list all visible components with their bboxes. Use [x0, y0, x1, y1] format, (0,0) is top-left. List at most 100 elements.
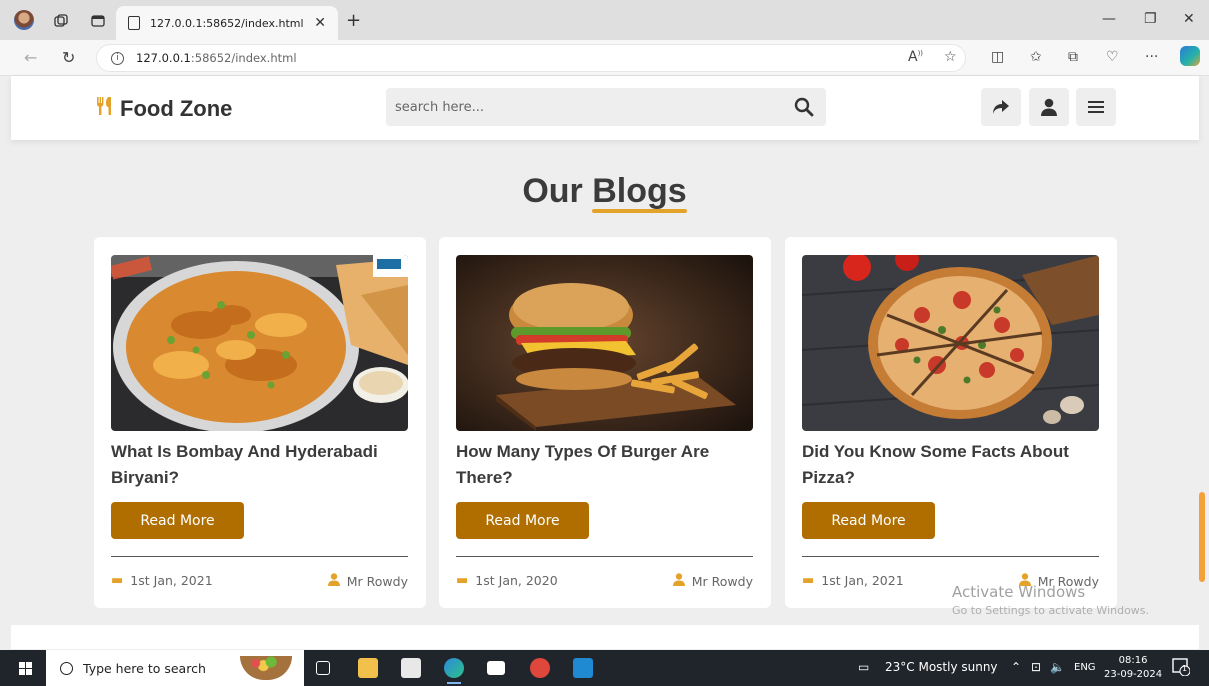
- browser-tab[interactable]: 127.0.0.1:58652/index.html ✕: [116, 6, 338, 40]
- pizza-image: [802, 255, 1099, 431]
- vscode-icon[interactable]: [573, 658, 593, 678]
- blog-author-text: Mr Rowdy: [346, 574, 408, 589]
- blog-card: What Is Bombay And Hyderabadi Biryani? R…: [94, 237, 426, 608]
- browser-tab-bar: 127.0.0.1:58652/index.html ✕ + — ❐ ✕: [0, 0, 1209, 40]
- blog-date: ▬ 1st Jan, 2021: [111, 573, 213, 588]
- weather-icon[interactable]: ▭: [858, 660, 869, 674]
- blog-date: ▬ 1st Jan, 2021: [802, 573, 904, 588]
- calendar-icon: ▬: [111, 573, 124, 588]
- favorites-icon[interactable]: ✩: [1030, 49, 1042, 65]
- restore-icon[interactable]: ❐: [1144, 11, 1157, 27]
- read-aloud-icon[interactable]: A)): [908, 49, 923, 65]
- notification-count: 1: [1182, 664, 1188, 673]
- windows-start-icon[interactable]: [19, 662, 32, 675]
- search-icon: [60, 661, 73, 675]
- taskbar-search-placeholder: Type here to search: [83, 660, 206, 676]
- user-button[interactable]: [1029, 88, 1069, 126]
- refresh-icon[interactable]: ↻: [62, 48, 75, 67]
- site-logo[interactable]: Food Zone: [94, 95, 232, 123]
- wps-office-icon[interactable]: [530, 658, 550, 678]
- menu-button[interactable]: [1076, 88, 1116, 126]
- logo-text: Food Zone: [120, 96, 233, 121]
- section-title-accent: Blogs: [592, 172, 688, 213]
- page-icon: [128, 16, 140, 30]
- blog-title[interactable]: How Many Types Of Burger Are There?: [456, 439, 756, 491]
- new-tab-icon[interactable]: +: [346, 10, 361, 31]
- address-bar[interactable]: i 127.0.0.1:58652/index.html: [96, 44, 966, 72]
- weather-text[interactable]: 23°C Mostly sunny: [885, 660, 998, 674]
- share-button[interactable]: [981, 88, 1021, 126]
- clock-time: 08:16: [1118, 655, 1148, 666]
- hamburger-icon: [1088, 101, 1104, 113]
- section-title: Our Blogs: [0, 172, 1209, 213]
- browser-essentials-icon[interactable]: ♡: [1106, 49, 1119, 65]
- blog-title[interactable]: What Is Bombay And Hyderabadi Biryani?: [111, 439, 411, 491]
- tab-title: 127.0.0.1:58652/index.html: [150, 16, 304, 30]
- site-header: Food Zone: [11, 76, 1199, 140]
- collections-icon[interactable]: ⧉: [1068, 49, 1078, 65]
- user-icon: [672, 573, 685, 590]
- tab-actions-icon[interactable]: [90, 13, 106, 29]
- more-menu-icon[interactable]: ···: [1145, 49, 1158, 65]
- file-explorer-icon[interactable]: [358, 658, 378, 678]
- site-info-icon[interactable]: i: [111, 51, 124, 65]
- close-tab-icon[interactable]: ✕: [314, 15, 326, 31]
- network-icon[interactable]: ⊡: [1031, 660, 1041, 674]
- watermark-line1: Activate Windows: [952, 583, 1086, 601]
- utensils-icon: [94, 95, 116, 123]
- section-title-plain: Our: [522, 172, 583, 210]
- store-icon[interactable]: [401, 658, 421, 678]
- user-icon: [1041, 98, 1057, 116]
- activation-watermark: Activate Windows Go to Settings to activ…: [952, 583, 1149, 617]
- blog-author: Mr Rowdy: [327, 573, 408, 590]
- calendar-icon: ▬: [802, 573, 815, 588]
- clock[interactable]: 08:16 23-09-2024: [1104, 654, 1162, 682]
- read-more-button[interactable]: Read More: [456, 502, 589, 539]
- back-icon[interactable]: ←: [24, 48, 37, 67]
- blog-card: How Many Types Of Burger Are There? Read…: [439, 237, 771, 608]
- search-input[interactable]: [395, 99, 785, 115]
- search-highlight-icon: [240, 656, 292, 680]
- show-hidden-icons[interactable]: ⌃: [1011, 660, 1021, 674]
- blog-date-text: 1st Jan, 2021: [130, 573, 213, 588]
- clock-date: 23-09-2024: [1104, 669, 1163, 680]
- copilot-icon[interactable]: [1180, 46, 1200, 66]
- edge-icon[interactable]: [444, 658, 464, 684]
- blog-date-text: 1st Jan, 2020: [475, 573, 558, 588]
- taskbar: Type here to search ▭ 23°C Mostly sunny …: [0, 650, 1209, 686]
- scrollbar-thumb[interactable]: [1199, 492, 1205, 582]
- profile-avatar[interactable]: [14, 10, 34, 30]
- blog-author-text: Mr Rowdy: [691, 574, 753, 589]
- calendar-icon: ▬: [456, 573, 469, 588]
- blog-author: Mr Rowdy: [672, 573, 753, 590]
- search-icon[interactable]: [794, 97, 814, 117]
- address-bar-row: ← ↻ i 127.0.0.1:58652/index.html A)) ☆ ◫…: [0, 40, 1209, 76]
- user-icon: [327, 573, 340, 590]
- blog-date: ▬ 1st Jan, 2020: [456, 573, 558, 588]
- next-section-edge: [11, 625, 1199, 649]
- close-window-icon[interactable]: ✕: [1183, 11, 1195, 27]
- burger-image: [456, 255, 753, 431]
- biryani-image: [111, 255, 408, 431]
- divider: [802, 556, 1099, 557]
- read-more-button[interactable]: Read More: [111, 502, 244, 539]
- task-view-icon[interactable]: [316, 661, 330, 675]
- divider: [456, 556, 753, 557]
- share-icon: [993, 100, 1009, 114]
- volume-icon[interactable]: 🔈: [1050, 660, 1065, 674]
- blog-title[interactable]: Did You Know Some Facts About Pizza?: [802, 439, 1102, 491]
- read-more-button[interactable]: Read More: [802, 502, 935, 539]
- mail-icon[interactable]: [487, 661, 505, 675]
- site-search: [386, 88, 826, 126]
- split-screen-icon[interactable]: ◫: [991, 49, 1004, 65]
- url-text: 127.0.0.1:58652/index.html: [136, 51, 297, 65]
- language-indicator[interactable]: ENG: [1074, 662, 1096, 673]
- workspaces-icon[interactable]: [53, 13, 69, 29]
- favorite-star-icon[interactable]: ☆: [944, 49, 957, 65]
- blog-card: Did You Know Some Facts About Pizza? Rea…: [785, 237, 1117, 608]
- watermark-line2: Go to Settings to activate Windows.: [952, 604, 1150, 617]
- notification-icon[interactable]: 1: [1172, 658, 1191, 677]
- taskbar-search[interactable]: Type here to search: [46, 650, 304, 686]
- minimize-icon[interactable]: —: [1102, 11, 1116, 27]
- divider: [111, 556, 408, 557]
